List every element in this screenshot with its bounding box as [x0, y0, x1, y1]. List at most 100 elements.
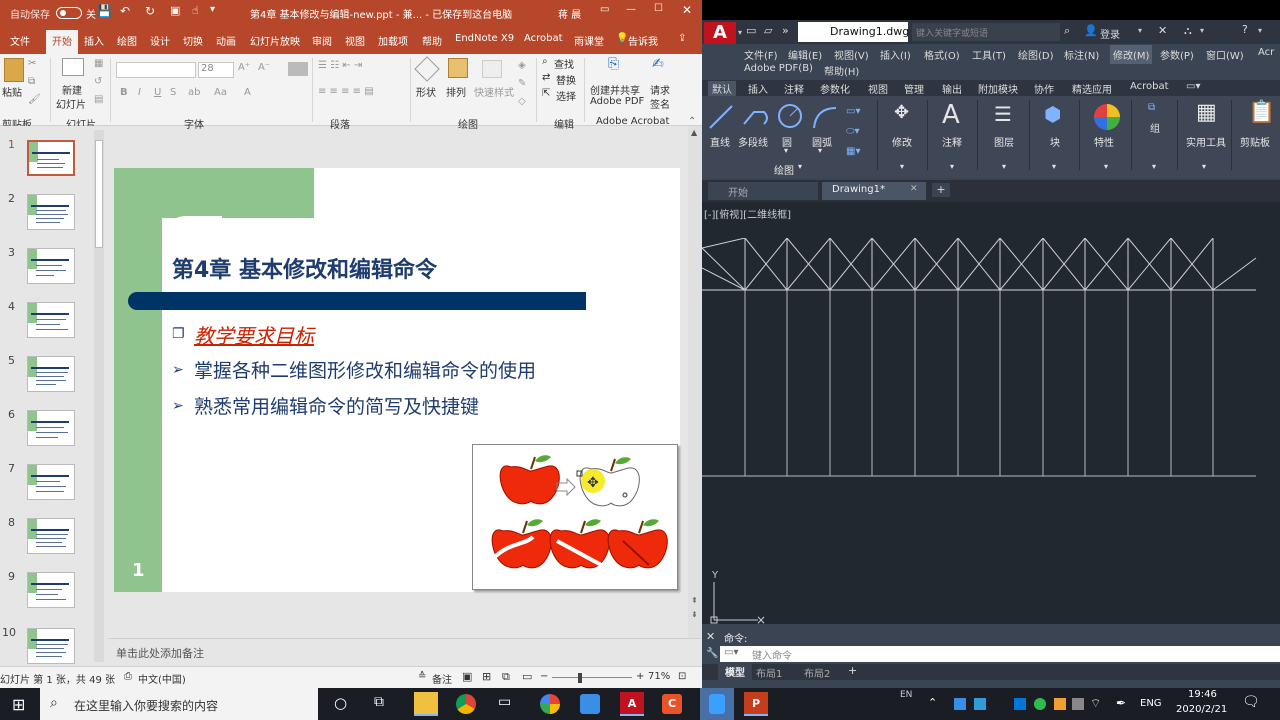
annotation-dropdown-icon[interactable]: ▾	[950, 162, 954, 171]
properties-panel[interactable]: 特性 ▾	[1082, 100, 1132, 171]
polyline-tool[interactable]: 多段线	[738, 134, 768, 149]
normal-view-icon[interactable]: ▣	[462, 670, 472, 683]
tab-design[interactable]: 设计	[150, 33, 170, 48]
tab-layout2[interactable]: 布局2	[804, 665, 830, 680]
cad-tab-featured[interactable]: 精选应用	[1072, 81, 1112, 96]
reading-view-icon[interactable]: ⧉	[502, 670, 510, 684]
draw-group-label[interactable]: 绘图	[774, 162, 794, 177]
menu-acrobat[interactable]: Acr	[1258, 47, 1274, 58]
share-icon[interactable]: ⇪	[678, 33, 686, 44]
arrange-label[interactable]: 排列	[446, 84, 466, 99]
annotation-panel[interactable]: A 注释 ▾	[930, 100, 978, 171]
select-button[interactable]: 选择	[556, 88, 576, 103]
cad-tab-acrobat[interactable]: Acrobat	[1130, 81, 1169, 92]
doc-tab-close-icon[interactable]: ✕	[910, 184, 918, 194]
slide-canvas[interactable]: 第4章 基本修改和编辑命令 ❐ 教学要求目标 ➢ 掌握各种二维图形修改和编辑命令…	[114, 168, 680, 592]
cad-tab-annotate[interactable]: 注释	[784, 81, 804, 96]
apples-picture[interactable]: ✥	[472, 444, 678, 590]
new-slide-label-2[interactable]: 幻灯片	[56, 96, 86, 111]
tab-view[interactable]: 视图	[345, 33, 365, 48]
cad-tab-insert[interactable]: 插入	[748, 81, 768, 96]
tab-layout1[interactable]: 布局1	[756, 665, 782, 680]
slide-thumb-1[interactable]	[27, 140, 75, 176]
paste-icon[interactable]	[4, 58, 24, 82]
underline-icon[interactable]: U	[154, 87, 161, 98]
group-tool[interactable]: 组	[1150, 120, 1160, 135]
modify-panel[interactable]: ✥ 修改 ▾	[880, 100, 928, 171]
slide-thumb-9[interactable]	[27, 572, 75, 608]
autocad-taskbar-icon[interactable]: A	[620, 692, 644, 716]
slide-thumb-3[interactable]	[27, 248, 75, 284]
utilities-panel[interactable]: ▦ 实用工具 ▾	[1180, 100, 1232, 171]
slideshow-view-icon[interactable]: ▭	[522, 670, 532, 683]
cad-tab-parametric[interactable]: 参数化	[820, 81, 850, 96]
menu-insert[interactable]: 插入(I)	[880, 47, 911, 62]
cad-drawing-area[interactable]: [-][俯视][二维线框] × Y	[702, 202, 1280, 638]
input-language[interactable]: ENG	[1140, 698, 1162, 709]
change-case-icon[interactable]: Aa	[214, 87, 227, 98]
add-layout-button[interactable]: +	[848, 664, 857, 677]
slide-scrollbar[interactable]: ▲ ⇞ ⇟	[688, 126, 702, 638]
block-tool[interactable]: 块	[1050, 134, 1060, 149]
qat-more-icon[interactable]: »	[782, 24, 789, 37]
tray-app-icon[interactable]	[974, 698, 986, 710]
tab-slideshow[interactable]: 幻灯片放映	[250, 33, 300, 48]
layers-panel[interactable]: ☰ 图层 ▾	[980, 100, 1030, 171]
tray-expand-icon[interactable]: ⌃	[928, 696, 937, 709]
slide-thumb-7[interactable]	[27, 464, 75, 500]
menu-parametric[interactable]: 参数(P)	[1160, 47, 1194, 62]
shapes-icon[interactable]	[414, 56, 440, 82]
feishu-app-icon[interactable]	[700, 688, 734, 720]
tab-addins[interactable]: 加载项	[378, 33, 408, 48]
notes-pane[interactable]: 单击此处添加备注	[108, 638, 702, 666]
tab-review[interactable]: 审阅	[312, 33, 332, 48]
tray-app-icon[interactable]	[1054, 698, 1066, 710]
create-pdf-icon[interactable]: ⎘	[608, 56, 619, 72]
font-name-box[interactable]	[116, 62, 196, 78]
draw-group-dropdown-icon[interactable]: ▾	[798, 162, 802, 171]
menu-edit[interactable]: 编辑(E)	[788, 47, 822, 62]
zoom-level[interactable]: 71%	[648, 671, 670, 682]
menu-file[interactable]: 文件(F)	[744, 47, 778, 62]
thumb-scrollbar[interactable]	[94, 130, 104, 662]
autosave-toggle[interactable]	[56, 7, 82, 19]
arc-dropdown-icon[interactable]: ▾	[818, 146, 822, 155]
modify-dropdown-icon[interactable]: ▾	[900, 162, 904, 171]
cad-tab-default[interactable]: 默认	[708, 81, 736, 96]
undo-icon[interactable]: ↶	[120, 4, 130, 18]
format-painter-icon[interactable]: 🖌	[28, 94, 41, 105]
clear-format-icon[interactable]	[288, 62, 308, 76]
login-button[interactable]: 登录	[1100, 26, 1120, 41]
notes-toggle[interactable]: 备注	[432, 671, 452, 686]
command-input[interactable]: ▭▾ 键入命令	[720, 646, 1280, 662]
strikethrough-icon[interactable]: S	[170, 87, 176, 98]
notification-icon[interactable]: 🗨	[1242, 694, 1260, 710]
tray-app-icon[interactable]	[1072, 698, 1084, 710]
zoom-slider-thumb[interactable]	[578, 673, 582, 683]
task-view-icon[interactable]: ⧉	[374, 694, 384, 710]
wifi-icon[interactable]: ⌔	[1090, 696, 1101, 711]
maximize-icon[interactable]: ☐	[654, 3, 663, 14]
autocad-logo-icon[interactable]: A	[704, 22, 736, 44]
start-show-icon[interactable]: ▣	[170, 4, 180, 17]
tab-model[interactable]: 模型	[718, 664, 752, 680]
properties-tool[interactable]: 特性	[1094, 134, 1114, 149]
layers-dropdown-icon[interactable]: ▾	[1002, 162, 1006, 171]
ime-indicator[interactable]: EN	[900, 690, 912, 700]
tab-rainclassroom[interactable]: 雨课堂	[574, 33, 604, 48]
shape-fill-icon[interactable]: ◈	[518, 60, 526, 71]
doc-tab-start[interactable]: 开始	[708, 182, 818, 200]
find-button[interactable]: 查找	[554, 56, 574, 71]
colorful-app-icon[interactable]	[540, 694, 560, 714]
clipboard-panel[interactable]: 📋 剪贴板	[1234, 100, 1280, 170]
slide-thumb-4[interactable]	[27, 302, 75, 338]
utilities-dropdown-icon[interactable]: ▾	[1202, 162, 1206, 171]
new-tab-button[interactable]: +	[932, 183, 950, 197]
shapes-label[interactable]: 形状	[416, 84, 436, 99]
tray-app-icon[interactable]	[954, 698, 966, 710]
slide-thumb-6[interactable]	[27, 410, 75, 446]
clock-date[interactable]: 2020/2/21	[1176, 704, 1227, 715]
tab-transitions[interactable]: 切换	[183, 33, 203, 48]
section-icon[interactable]: ▤	[94, 94, 103, 105]
qat-more-icon[interactable]: ▾	[210, 4, 215, 15]
